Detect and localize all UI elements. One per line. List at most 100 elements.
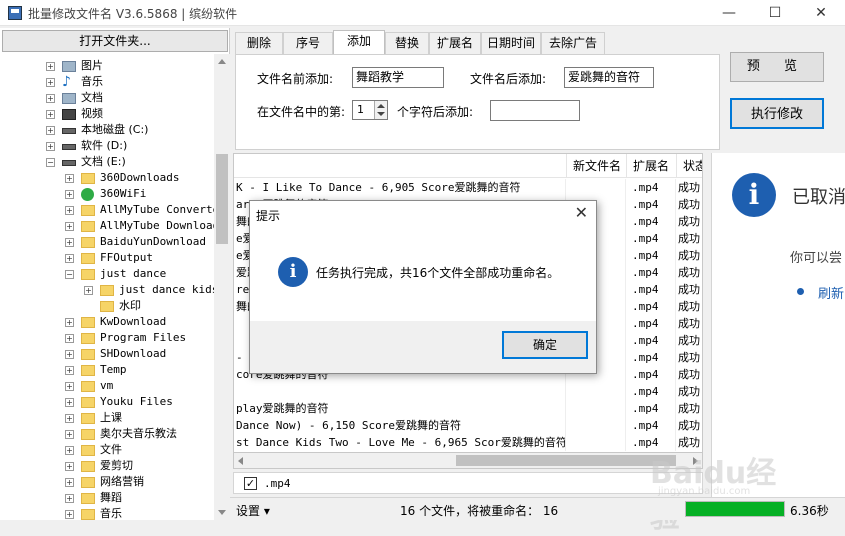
expand-icon[interactable]: + [46,78,55,87]
tree-node[interactable]: + Temp [0,362,214,378]
open-folder-button[interactable]: 打开文件夹... [2,30,228,52]
stepper-up-icon[interactable] [377,104,385,108]
suffix-input[interactable]: 爱跳舞的音符 [564,67,654,88]
tree-node[interactable]: + 奥尔夫音乐教法 [0,426,214,442]
stepper-buttons[interactable] [374,101,387,119]
mp4-checkbox[interactable]: ✓ [244,477,257,490]
expand-icon[interactable]: + [65,222,74,231]
tree-node[interactable]: + 文件 [0,442,214,458]
minimize-button[interactable]: — [706,0,752,26]
tree-node[interactable]: + 文档 [0,90,214,106]
tree-node[interactable]: + SHDownload [0,346,214,362]
expand-icon[interactable]: + [65,382,74,391]
expand-icon[interactable]: + [65,462,74,471]
status-cell: 成功 [676,264,702,281]
settings-menu[interactable]: 设置 ▾ [236,502,270,519]
column-old-name[interactable] [234,154,566,178]
tree-node[interactable]: + BaiduYunDownload [0,234,214,250]
tree-node[interactable]: +360WiFi [0,186,214,202]
column-new-name[interactable]: 新文件名 [566,154,626,178]
refresh-link[interactable]: 刷新 [818,283,844,302]
expand-icon[interactable]: + [46,142,55,151]
position-stepper[interactable]: 1 [352,100,388,120]
tree-scrollbar[interactable] [214,54,230,520]
tree-node[interactable]: + ♪ 音乐 [0,74,214,90]
expand-icon[interactable]: + [46,62,55,71]
expand-icon[interactable]: + [65,478,74,487]
maximize-button[interactable]: ☐ [752,0,798,26]
expand-icon[interactable]: + [65,414,74,423]
tree-node[interactable]: + 图片 [0,58,214,74]
expand-icon[interactable]: + [65,174,74,183]
folder-icon [81,349,95,360]
collapse-icon[interactable]: − [46,158,55,167]
expand-icon[interactable]: + [65,430,74,439]
tree-node[interactable]: + 上课 [0,410,214,426]
prefix-input[interactable]: 舞蹈教学 [352,67,444,88]
tab-0[interactable]: 删除 [235,32,283,54]
table-row[interactable]: Dance Now) - 6,150 Score爱跳舞的音符 .mp4 成功 [234,417,702,434]
tree-node[interactable]: + 爱剪切 [0,458,214,474]
dialog-close-icon[interactable]: ✕ [575,203,588,222]
expand-icon[interactable]: + [65,206,74,215]
expand-icon[interactable]: + [65,510,74,519]
tree-node[interactable]: + AllMyTube Downloaded [0,218,214,234]
expand-icon[interactable]: + [65,254,74,263]
file-list-hscrollbar[interactable] [233,452,703,469]
preview-button[interactable]: 预 览 [730,52,824,82]
tab-4[interactable]: 扩展名 [429,32,481,54]
table-row[interactable]: st Dance Kids Two - Love Me - 6,965 Scor… [234,434,702,451]
expand-icon[interactable]: + [84,286,93,295]
scroll-down-icon[interactable] [218,510,226,515]
tree-node[interactable]: + 网络营销 [0,474,214,490]
expand-icon[interactable]: + [65,318,74,327]
expand-icon[interactable]: + [65,350,74,359]
tree-node[interactable]: + 视频 [0,106,214,122]
tree-node[interactable]: + KwDownload [0,314,214,330]
expand-icon[interactable]: + [46,110,55,119]
tab-5[interactable]: 日期时间 [481,32,541,54]
insert-text-input[interactable] [490,100,580,121]
tree-node[interactable]: + 舞蹈 [0,490,214,506]
collapse-icon[interactable]: − [65,270,74,279]
expand-icon[interactable]: + [65,238,74,247]
expand-icon[interactable]: + [65,334,74,343]
expand-icon[interactable]: + [65,494,74,503]
column-extension[interactable]: 扩展名 [626,154,676,178]
tab-2[interactable]: 添加 [333,30,385,54]
table-row[interactable]: K - I Like To Dance - 6,905 Score爱跳舞的音符.… [234,179,702,196]
expand-icon[interactable]: + [65,398,74,407]
expand-icon[interactable]: + [46,94,55,103]
table-row[interactable]: play爱跳舞的音符 .mp4 成功 [234,400,702,417]
tree-node[interactable]: + AllMyTube Converted [0,202,214,218]
expand-icon[interactable]: + [65,366,74,375]
table-row[interactable]: .mp4 成功 [234,383,702,400]
tab-3[interactable]: 替换 [385,32,429,54]
tree-scrollbar-thumb[interactable] [216,154,228,244]
close-button[interactable]: ✕ [798,0,844,26]
tree-node[interactable]: + just dance kids [0,282,214,298]
scroll-up-icon[interactable] [218,59,226,64]
scroll-left-icon[interactable] [238,457,243,465]
column-status[interactable]: 状态 [676,154,702,178]
expand-icon[interactable]: + [65,190,74,199]
tree-node[interactable]: − 文档 (E:) [0,154,214,170]
tree-node[interactable]: 水印 [0,298,214,314]
tree-node[interactable]: + 本地磁盘 (C:) [0,122,214,138]
expand-icon[interactable]: + [65,446,74,455]
execute-button[interactable]: 执行修改 [730,98,824,129]
tree-node[interactable]: +360Downloads [0,170,214,186]
tree-node[interactable]: + 软件 (D:) [0,138,214,154]
tree-node[interactable]: + Youku Files [0,394,214,410]
expand-icon[interactable]: + [46,126,55,135]
tab-1[interactable]: 序号 [283,32,333,54]
tree-node[interactable]: + vm [0,378,214,394]
stepper-down-icon[interactable] [377,112,385,116]
ok-button[interactable]: 确定 [502,331,588,359]
hscrollbar-thumb[interactable] [456,455,676,466]
tree-node[interactable]: + FFOutput [0,250,214,266]
tree-node[interactable]: + 音乐 [0,506,214,520]
tab-6[interactable]: 去除广告 [541,32,605,54]
tree-node[interactable]: + Program Files [0,330,214,346]
tree-node[interactable]: − just dance [0,266,214,282]
